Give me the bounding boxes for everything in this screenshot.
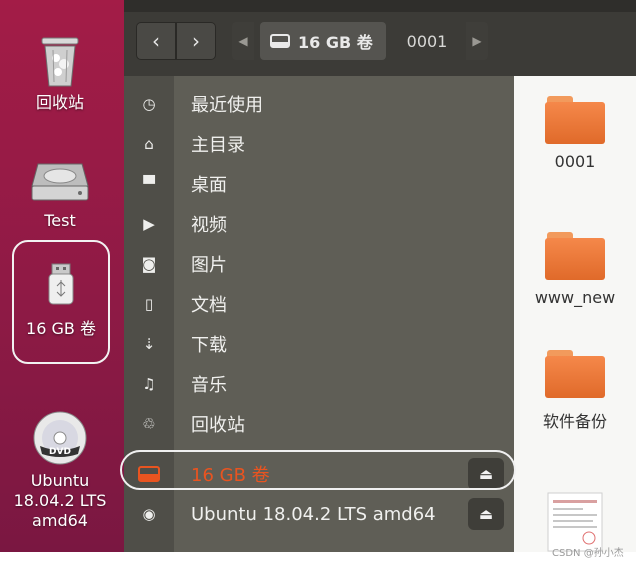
desktop-item-ubuntu-dvd[interactable]: DVD Ubuntu 18.04.2 LTS amd64 [4,410,116,531]
breadcrumb-16gb[interactable]: 16 GB 卷 [260,22,386,60]
desktop-item-label: 回收站 [35,93,84,112]
desktop-item-label: 16 GB 卷 [26,319,96,338]
hard-drive-icon [31,163,89,201]
eject-button[interactable]: ⏏ [468,498,504,530]
folder-icon [545,350,605,398]
sidebar-item-label: 图片 [191,255,227,276]
selection-highlight [120,450,516,490]
image-thumbnail [547,492,603,552]
sidebar-item-videos[interactable]: ▶ 视频 [124,204,514,244]
path-scroll-left-button[interactable]: ◀ [232,22,254,60]
folder-icon [545,96,605,144]
download-icon: ⇣ [142,335,156,353]
video-icon: ▶ [143,215,155,233]
disc-icon: ◉ [142,505,156,523]
triangle-left-icon: ◀ [238,34,248,48]
sidebar-item-trash[interactable]: ♲ 回收站 [124,404,514,444]
triangle-right-icon: ▶ [472,34,482,48]
folder-item-0001[interactable]: 0001 [514,96,636,171]
sidebar-item-label: 回收站 [191,415,245,436]
breadcrumb-label: 16 GB 卷 [298,33,373,52]
folder-item-software-backup[interactable]: 软件备份 [514,350,636,432]
sidebar-item-ubuntu-dvd[interactable]: ◉ Ubuntu 18.04.2 LTS amd64 ⏏ [124,494,514,534]
clock-icon: ◷ [142,95,156,113]
sidebar-item-downloads[interactable]: ⇣ 下载 [124,324,514,364]
trash-icon [41,37,79,87]
folder-item-www-new[interactable]: www_new [514,232,636,307]
file-view: 0001 www_new 软件备份 [514,76,636,552]
camera-icon: ◙ [141,255,157,273]
trash-icon: ♲ [142,415,156,433]
sidebar-item-label: 音乐 [191,375,227,396]
desktop-item-trash[interactable]: 回收站 [4,32,116,113]
eject-icon: ⏏ [478,505,494,523]
desktop-item-16gb[interactable]: 16 GB 卷 [12,240,110,364]
breadcrumb-label: 0001 [406,31,448,51]
sidebar-item-label: 下载 [191,335,227,356]
desktop-item-test[interactable]: Test [4,158,116,231]
usb-drive-icon [48,263,74,305]
sidebar-item-documents[interactable]: ▯ 文档 [124,284,514,324]
sidebar-item-pictures[interactable]: ◙ 图片 [124,244,514,284]
folder-icon [545,232,605,280]
dvd-icon: DVD [33,411,87,465]
chevron-left-icon: ‹ [152,29,160,53]
svg-text:DVD: DVD [49,447,71,457]
sidebar-item-label: 桌面 [191,175,227,196]
back-button[interactable]: ‹ [136,22,176,60]
breadcrumb-0001[interactable]: 0001 [392,22,462,60]
home-icon: ⌂ [144,135,154,153]
folder-label: www_new [534,288,616,307]
music-icon: ♫ [142,375,156,393]
drive-icon [270,34,290,48]
desktop-item-label: Test [44,211,76,230]
forward-button[interactable]: › [176,22,216,60]
path-scroll-right-button[interactable]: ▶ [466,22,488,60]
sidebar-item-label: Ubuntu 18.04.2 LTS amd64 [191,503,436,525]
folder-label: 0001 [554,152,596,171]
folder-label: 软件备份 [542,412,607,431]
desktop: 回收站 Test 16 GB 卷 DVD Ubuntu 18.04.2 LTS … [0,0,124,552]
sidebar-item-label: 视频 [191,215,227,236]
document-icon: ▯ [144,295,154,313]
chevron-right-icon: › [192,29,200,53]
sidebar-item-recent[interactable]: ◷ 最近使用 [124,84,514,124]
sidebar-item-label: 最近使用 [191,95,263,116]
desktop-item-label: Ubuntu 18.04.2 LTS amd64 [13,471,107,530]
watermark-text: CSDN @孙小杰 [552,548,624,559]
sidebar-item-music[interactable]: ♫ 音乐 [124,364,514,404]
sidebar-item-home[interactable]: ⌂ 主目录 [124,124,514,164]
sidebar-item-label: 文档 [191,295,227,316]
toolbar: ‹ › ◀ 16 GB 卷 0001 ▶ [124,12,636,76]
sidebar-item-label: 主目录 [191,135,245,156]
sidebar-item-desktop[interactable]: ▀ 桌面 [124,164,514,204]
desktop-folder-icon: ▀ [143,175,155,193]
